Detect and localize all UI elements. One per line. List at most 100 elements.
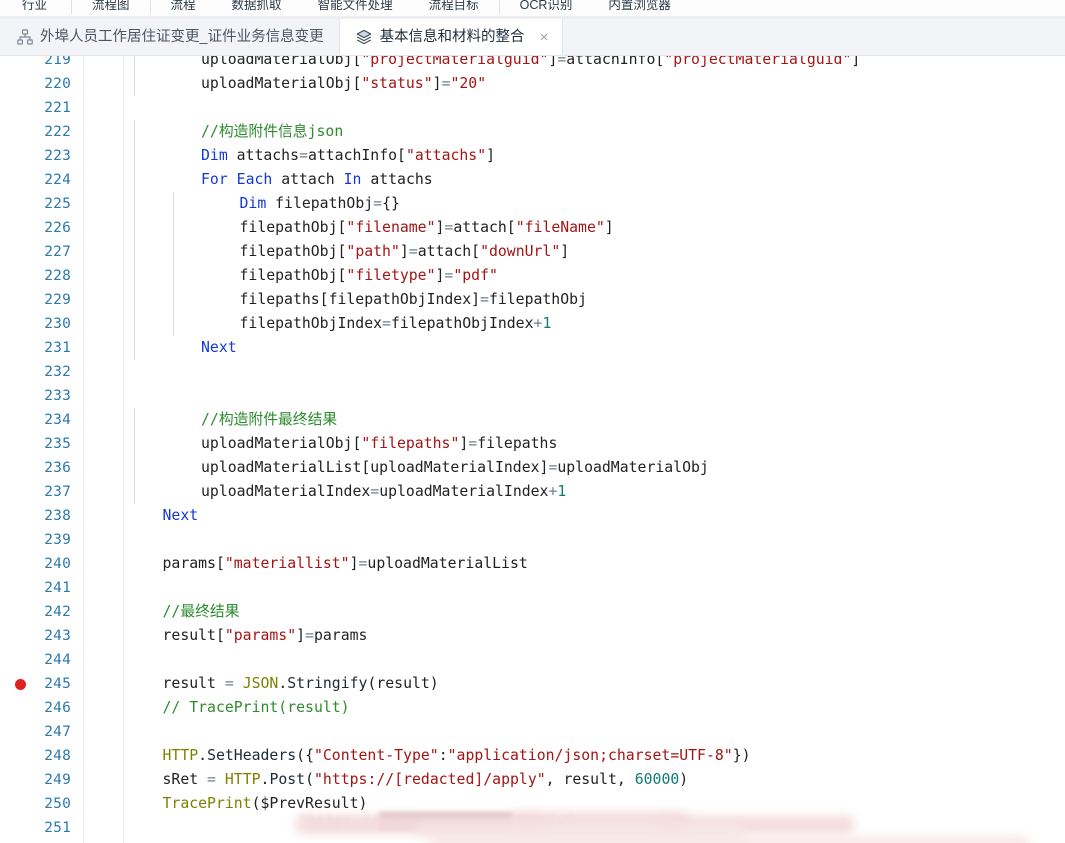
code-text[interactable]: uploadMaterialObj["status"]="20" xyxy=(201,72,486,96)
code-line[interactable]: 221 xyxy=(0,96,1065,120)
code-text[interactable]: params["materiallist"]=uploadMaterialLis… xyxy=(163,552,528,576)
code-text[interactable]: filepaths[filepathObjIndex]=filepathObj xyxy=(240,288,587,312)
code-text[interactable]: filepathObj["filename"] =attach["fileName… xyxy=(240,216,614,240)
code-line[interactable]: 222 //构造附件信息json xyxy=(0,120,1065,144)
code-text[interactable]: Dim filepathObj={} xyxy=(240,192,400,216)
code-line[interactable]: 230 filepathObjIndex=filepathObjIndex+1 xyxy=(0,312,1065,336)
code-line[interactable]: 231 Next xyxy=(0,336,1065,360)
fold-gutter[interactable] xyxy=(84,144,124,168)
toolbar-item-flow-target[interactable]: 流程目标 xyxy=(411,0,497,16)
code-line[interactable]: 242 //最终结果 xyxy=(0,600,1065,624)
code-line[interactable]: 251 xyxy=(0,816,1065,840)
fold-gutter[interactable] xyxy=(84,696,124,720)
toolbar-item-browser[interactable]: 内置浏览器 xyxy=(590,0,689,16)
code-line[interactable]: 228 filepathObj["filetype"]="pdf" xyxy=(0,264,1065,288)
fold-gutter[interactable] xyxy=(84,56,124,72)
fold-gutter[interactable] xyxy=(84,120,124,144)
fold-gutter[interactable] xyxy=(84,264,124,288)
code-text[interactable]: //最终结果 xyxy=(163,600,240,624)
toolbar-item-flow[interactable]: 流程 xyxy=(153,0,214,16)
code-text[interactable]: uploadMaterialIndex=uploadMaterialIndex+… xyxy=(201,480,566,504)
tab-basic-info-material[interactable]: 基本信息和材料的整合 × xyxy=(338,19,564,55)
code-line[interactable]: 239 xyxy=(0,528,1065,552)
code-text[interactable]: HTTP.SetHeaders({"Content-Type":"applica… xyxy=(163,744,751,768)
fold-gutter[interactable] xyxy=(84,480,124,504)
fold-gutter[interactable] xyxy=(84,792,124,816)
fold-gutter[interactable] xyxy=(84,360,124,384)
tab-flow-document[interactable]: 外埠人员工作居住证变更_证件业务信息变更 xyxy=(0,19,339,55)
code-line[interactable]: 241 xyxy=(0,576,1065,600)
fold-gutter[interactable] xyxy=(84,672,124,696)
fold-gutter[interactable] xyxy=(84,744,124,768)
fold-gutter[interactable] xyxy=(84,576,124,600)
fold-gutter[interactable] xyxy=(84,240,124,264)
code-line[interactable]: 236 uploadMaterialList[uploadMaterialInde… xyxy=(0,456,1065,480)
code-line[interactable]: 220 uploadMaterialObj["status"]="20" xyxy=(0,72,1065,96)
code-line[interactable]: 247 xyxy=(0,720,1065,744)
code-line[interactable]: 238 Next xyxy=(0,504,1065,528)
code-line[interactable]: 234 //构造附件最终结果 xyxy=(0,408,1065,432)
code-text[interactable]: filepathObjIndex=filepathObjIndex+1 xyxy=(240,312,552,336)
code-text[interactable]: Dim attachs=attachInfo["attachs"] xyxy=(201,144,495,168)
fold-gutter[interactable] xyxy=(84,720,124,744)
code-text[interactable]: filepathObj["path"]=attach["downUrl"] xyxy=(240,240,570,264)
code-text[interactable]: Next xyxy=(163,504,199,528)
code-line[interactable]: 219 uploadMaterialObj["projectMaterialgui… xyxy=(0,56,1065,72)
code-text[interactable]: Next xyxy=(201,336,237,360)
code-line[interactable]: 245 result = JSON.Stringify(result) xyxy=(0,672,1065,696)
code-line[interactable]: 244 xyxy=(0,648,1065,672)
code-text[interactable]: result = JSON.Stringify(result) xyxy=(163,672,439,696)
code-text[interactable]: TracePrint($PrevResult) xyxy=(163,792,368,816)
fold-gutter[interactable] xyxy=(84,624,124,648)
fold-gutter[interactable] xyxy=(84,72,124,96)
close-icon[interactable]: × xyxy=(540,30,549,45)
toolbar-item-data-scrape[interactable]: 数据抓取 xyxy=(214,0,300,16)
fold-gutter[interactable] xyxy=(84,168,124,192)
toolbar-item-ocr[interactable]: OCR识别 xyxy=(502,0,591,16)
code-line[interactable]: 250 TracePrint($PrevResult) xyxy=(0,792,1065,816)
code-text[interactable]: // TracePrint(result) xyxy=(163,696,350,720)
code-text[interactable]: filepathObj["filetype"]="pdf" xyxy=(240,264,498,288)
code-text[interactable]: uploadMaterialList[uploadMaterialIndex]=… xyxy=(201,456,709,480)
fold-gutter[interactable] xyxy=(84,552,124,576)
fold-gutter[interactable] xyxy=(84,504,124,528)
code-line[interactable]: 232 xyxy=(0,360,1065,384)
fold-gutter[interactable] xyxy=(84,648,124,672)
code-text[interactable]: For Each attach In attachs xyxy=(201,168,433,192)
code-line[interactable]: 227 filepathObj["path"]=attach["downUrl"] xyxy=(0,240,1065,264)
code-line[interactable]: 223 Dim attachs=attachInfo["attachs"] xyxy=(0,144,1065,168)
code-line[interactable]: 248 HTTP.SetHeaders({"Content-Type":"appl… xyxy=(0,744,1065,768)
code-text[interactable]: sRet = HTTP.Post("https://[redacted]/app… xyxy=(163,768,689,792)
code-line[interactable]: 240 params["materiallist"]=uploadMaterial… xyxy=(0,552,1065,576)
fold-gutter[interactable] xyxy=(84,456,124,480)
toolbar-item-industry[interactable]: 行业 xyxy=(0,0,69,16)
toolbar-item-flowchart[interactable]: 流程图 xyxy=(74,0,148,16)
code-text[interactable]: //构造附件信息json xyxy=(201,120,343,144)
code-line[interactable]: 225 Dim filepathObj={} xyxy=(0,192,1065,216)
code-line[interactable]: 249 sRet = HTTP.Post("https://[redacted]/… xyxy=(0,768,1065,792)
fold-gutter[interactable] xyxy=(84,312,124,336)
code-line[interactable]: 237 uploadMaterialIndex=uploadMaterialInd… xyxy=(0,480,1065,504)
breakpoint-marker[interactable] xyxy=(15,679,26,690)
code-text[interactable]: uploadMaterialObj["projectMaterialguid"]… xyxy=(201,56,860,72)
fold-gutter[interactable] xyxy=(84,408,124,432)
fold-gutter[interactable] xyxy=(84,600,124,624)
code-line[interactable]: 229 filepaths[filepathObjIndex]=filepathO… xyxy=(0,288,1065,312)
fold-gutter[interactable] xyxy=(84,816,124,840)
fold-gutter[interactable] xyxy=(84,96,124,120)
fold-gutter[interactable] xyxy=(84,192,124,216)
fold-gutter[interactable] xyxy=(84,216,124,240)
fold-gutter[interactable] xyxy=(84,384,124,408)
fold-gutter[interactable] xyxy=(84,432,124,456)
fold-gutter[interactable] xyxy=(84,336,124,360)
code-line[interactable]: 233 xyxy=(0,384,1065,408)
fold-gutter[interactable] xyxy=(84,288,124,312)
code-text[interactable]: result["params"]=params xyxy=(163,624,368,648)
fold-gutter[interactable] xyxy=(84,528,124,552)
code-line[interactable]: 243 result["params"]=params xyxy=(0,624,1065,648)
code-line[interactable]: 235 uploadMaterialObj["filepaths"]=filepa… xyxy=(0,432,1065,456)
code-text[interactable]: //构造附件最终结果 xyxy=(201,408,337,432)
code-line[interactable]: 226 filepathObj["filename"] =attach["fileN… xyxy=(0,216,1065,240)
code-text[interactable]: uploadMaterialObj["filepaths"]=filepaths xyxy=(201,432,557,456)
fold-gutter[interactable] xyxy=(84,768,124,792)
